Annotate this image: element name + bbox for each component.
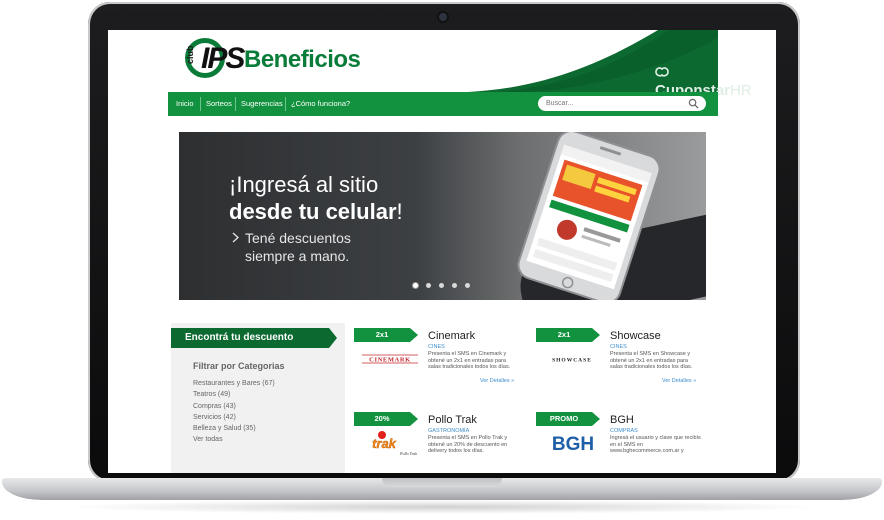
pollo-trak-logo: trak Pollo Trak bbox=[372, 431, 417, 456]
offer-card-bgh[interactable]: PROMO BGH BGH COMPRAS Ingresá el usuario… bbox=[536, 412, 706, 473]
sidebar-filters: Encontrá tu descuento Filtrar por Catego… bbox=[171, 323, 345, 473]
nav-item-como-funciona[interactable]: ¿Cómo funciona? bbox=[287, 92, 354, 116]
offer-badge-arrow bbox=[410, 328, 418, 342]
category-servicios[interactable]: Servicios (42) bbox=[193, 412, 275, 423]
cuponstar-hr: HR bbox=[730, 82, 752, 99]
search-box bbox=[538, 96, 706, 111]
nav-divider bbox=[200, 97, 201, 111]
offer-description: Presenta el SMS en Cinemark y obtené un … bbox=[428, 351, 511, 370]
banner-subline1-text: Tené descuentos bbox=[245, 230, 351, 246]
carousel-dot[interactable] bbox=[426, 283, 431, 288]
laptop-shadow bbox=[60, 500, 824, 514]
banner-headline-line2: desde tu celular! bbox=[229, 199, 403, 225]
offer-badge: 20% bbox=[354, 412, 410, 426]
category-list: Restaurantes y Bares (67) Teatros (49) C… bbox=[193, 378, 275, 446]
nav-item-inicio[interactable]: Inicio bbox=[172, 92, 198, 116]
banner-headline-bold: desde tu celular bbox=[229, 199, 397, 224]
carousel-dots bbox=[413, 283, 473, 289]
offer-badge-arrow bbox=[410, 412, 418, 426]
offer-category: CINES bbox=[610, 344, 627, 350]
banner-subline2: siempre a mano. bbox=[245, 248, 350, 264]
carousel-dot[interactable] bbox=[465, 283, 470, 288]
offer-badge-arrow bbox=[592, 328, 600, 342]
offer-category: COMPRAS bbox=[610, 428, 638, 434]
logo-beneficios[interactable]: Beneficios bbox=[244, 46, 361, 74]
search-icon[interactable] bbox=[688, 98, 699, 109]
offer-title[interactable]: Showcase bbox=[610, 330, 661, 343]
cuponstar-icon bbox=[655, 67, 669, 77]
category-teatros[interactable]: Teatros (49) bbox=[193, 389, 275, 400]
carousel-dot[interactable] bbox=[439, 283, 444, 288]
offer-badge: PROMO bbox=[536, 412, 592, 426]
sidebar-title: Encontrá tu descuento bbox=[171, 328, 329, 348]
category-belleza[interactable]: Belleza y Salud (35) bbox=[193, 423, 275, 434]
sidebar-title-arrow bbox=[329, 328, 337, 348]
offer-card-showcase[interactable]: 2x1 SHOWCASE Showcase CINES Presenta el … bbox=[536, 328, 706, 402]
offer-description: Presenta el SMS en Pollo Trak y obtené u… bbox=[428, 435, 508, 454]
banner-headline-end: ! bbox=[396, 199, 403, 224]
camera-icon bbox=[439, 13, 447, 21]
category-ver-todas[interactable]: Ver todas bbox=[193, 434, 275, 445]
offer-details-link[interactable]: Ver Detalles » bbox=[480, 378, 514, 384]
offer-title[interactable]: Pollo Trak bbox=[428, 414, 477, 427]
banner-headline-line1: ¡Ingresá al sitio bbox=[229, 172, 379, 197]
offer-title[interactable]: BGH bbox=[610, 414, 634, 427]
category-restaurantes[interactable]: Restaurantes y Bares (67) bbox=[193, 378, 275, 389]
offer-details-link[interactable]: Ver Detalles » bbox=[662, 378, 696, 384]
main-nav: Inicio Sorteos Sugerencias ¿Cómo funcion… bbox=[168, 92, 718, 116]
offer-description: Ingresá el usuario y clave que recibís e… bbox=[610, 435, 701, 454]
category-compras[interactable]: Compras (43) bbox=[193, 401, 275, 412]
carousel-dot[interactable] bbox=[452, 283, 457, 288]
pollo-trak-logo-text: trak bbox=[372, 436, 397, 451]
offer-card-pollo-trak[interactable]: 20% trak Pollo Trak Pollo Trak GASTRONOM… bbox=[354, 412, 524, 473]
banner-subline1: Tené descuentos bbox=[231, 230, 351, 247]
offer-description: Presenta el SMS en Showcase y obtené un … bbox=[610, 351, 693, 370]
showcase-logo-text: SHOWCASE bbox=[552, 358, 592, 364]
chevron-right-icon bbox=[232, 232, 239, 243]
cinemark-logo-text: CINEMARK bbox=[369, 357, 411, 364]
pollo-trak-logo-subtext: Pollo Trak bbox=[399, 451, 417, 456]
site-header: club IPS Beneficios CuponstarHR bbox=[168, 30, 752, 99]
logo-club: club bbox=[185, 45, 195, 64]
offer-card-cinemark[interactable]: 2x1 CINEMARK Cinemark CINES Presenta el … bbox=[354, 328, 524, 402]
nav-item-sorteos[interactable]: Sorteos bbox=[202, 92, 236, 116]
logo-ips[interactable]: IPS bbox=[201, 44, 245, 74]
nav-divider bbox=[285, 97, 286, 111]
offer-badge: 2x1 bbox=[354, 328, 410, 342]
screen: club IPS Beneficios CuponstarHR Inicio S… bbox=[108, 30, 776, 473]
offer-badge-arrow bbox=[592, 412, 600, 426]
nav-divider bbox=[235, 97, 236, 111]
search-input[interactable] bbox=[546, 96, 676, 111]
showcase-logo: SHOWCASE bbox=[552, 358, 592, 364]
offer-category: CINES bbox=[428, 344, 445, 350]
offer-category: GASTRONOMÍA bbox=[428, 428, 470, 434]
hero-banner[interactable]: ¡Ingresá al sitio desde tu celular! Tené… bbox=[179, 132, 706, 300]
offer-badge: 2x1 bbox=[536, 328, 592, 342]
carousel-dot[interactable] bbox=[413, 283, 418, 288]
bgh-logo-text: BGH bbox=[552, 434, 594, 454]
filter-title: Filtrar por Categorias bbox=[193, 361, 285, 371]
laptop-base-notch bbox=[382, 478, 502, 487]
cinemark-logo: CINEMARK bbox=[362, 354, 418, 364]
nav-item-sugerencias[interactable]: Sugerencias bbox=[237, 92, 287, 116]
offer-title[interactable]: Cinemark bbox=[428, 330, 475, 343]
bgh-logo: BGH bbox=[552, 434, 594, 454]
